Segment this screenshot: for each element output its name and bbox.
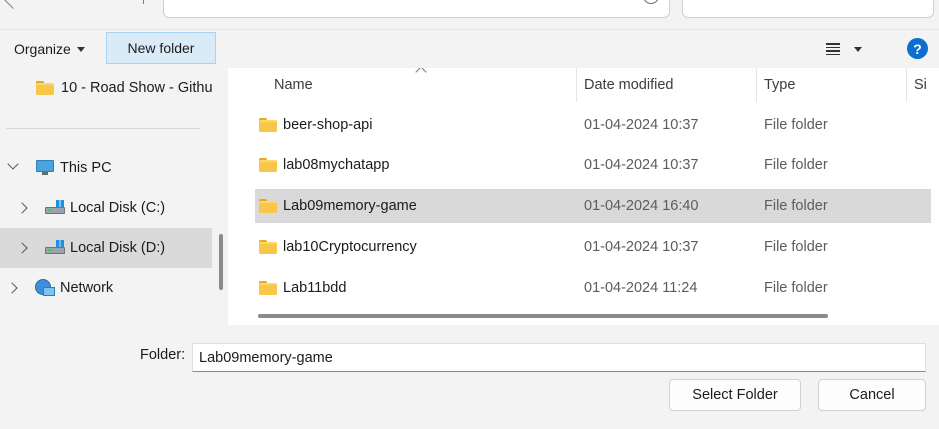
- nav-scrollbar[interactable]: [219, 234, 223, 290]
- file-type: File folder: [764, 157, 828, 173]
- chevron-down-icon: [76, 46, 85, 52]
- address-field[interactable]: [163, 0, 670, 18]
- column-divider[interactable]: [756, 68, 757, 102]
- dialog-footer: Folder: Select Folder Cancel: [0, 325, 939, 429]
- organize-label: Organize: [14, 41, 71, 57]
- file-name: beer-shop-api: [283, 117, 373, 133]
- file-name: lab10Cryptocurrency: [283, 239, 417, 255]
- folder-icon: [259, 199, 277, 213]
- drive-icon: [45, 240, 65, 254]
- network-icon: [35, 279, 55, 297]
- chevron-right-icon[interactable]: [16, 202, 28, 214]
- file-date: 01-04-2024 10:37: [584, 117, 699, 133]
- table-row[interactable]: beer-shop-api 01-04-2024 10:37 File fold…: [255, 108, 931, 142]
- organize-menu[interactable]: Organize: [6, 35, 93, 63]
- folder-icon: [36, 81, 54, 95]
- file-name-cell: Lab11bdd: [259, 271, 346, 305]
- file-type: File folder: [764, 280, 828, 296]
- file-name-cell: lab08mychatapp: [259, 148, 389, 182]
- drive-icon: [45, 200, 65, 214]
- chevron-down-icon: [854, 46, 862, 52]
- table-row-selected[interactable]: Lab09memory-game 01-04-2024 16:40 File f…: [255, 189, 931, 223]
- file-name-cell: beer-shop-api: [259, 108, 372, 142]
- nav-item-this-pc[interactable]: This PC: [0, 148, 212, 188]
- nav-divider: [6, 128, 200, 129]
- chevron-right-icon[interactable]: [16, 242, 28, 254]
- folder-icon: [259, 281, 277, 295]
- file-name-cell: Lab09memory-game: [259, 189, 417, 223]
- list-view-icon: [826, 43, 840, 55]
- nav-item-label: Local Disk (C:): [70, 200, 166, 216]
- search-input[interactable]: [682, 0, 934, 18]
- file-date: 01-04-2024 10:37: [584, 157, 699, 173]
- file-name: lab08mychatapp: [283, 157, 390, 173]
- file-list: Name Date modified Type Si beer-shop-api…: [234, 68, 939, 325]
- folder-name-input[interactable]: [192, 343, 926, 372]
- nav-item-road-show[interactable]: 10 - Road Show - Githu: [0, 68, 213, 108]
- folder-icon: [259, 240, 277, 254]
- file-type: File folder: [764, 198, 828, 214]
- chevron-down-icon[interactable]: [7, 158, 19, 170]
- navigation-buttons: [0, 0, 150, 18]
- select-folder-button[interactable]: Select Folder: [669, 379, 801, 411]
- folder-label: Folder:: [140, 347, 186, 363]
- table-row[interactable]: lab10Cryptocurrency 01-04-2024 10:37 Fil…: [255, 230, 931, 264]
- help-icon[interactable]: ?: [907, 38, 928, 59]
- column-header-date[interactable]: Date modified: [584, 68, 673, 102]
- new-folder-button[interactable]: New folder: [106, 32, 216, 64]
- column-header-size[interactable]: Si: [914, 68, 927, 102]
- sort-ascending-icon: [415, 68, 427, 78]
- file-date: 01-04-2024 10:37: [584, 239, 699, 255]
- chevron-right-icon[interactable]: [6, 282, 18, 294]
- command-bar: Organize New folder ?: [0, 30, 939, 68]
- nav-item-local-disk-c[interactable]: Local Disk (C:): [0, 188, 212, 228]
- column-divider[interactable]: [576, 68, 577, 102]
- nav-item-label: Local Disk (D:): [70, 240, 166, 256]
- column-header-name[interactable]: Name: [274, 68, 313, 102]
- navigation-pane: 10 - Road Show - Githu This PC Local Dis…: [0, 68, 228, 325]
- nav-item-network[interactable]: Network: [0, 268, 212, 308]
- file-name: Lab11bdd: [283, 280, 347, 296]
- up-arrow-icon[interactable]: [134, 0, 144, 4]
- cancel-button[interactable]: Cancel: [818, 379, 926, 411]
- table-row[interactable]: Lab11bdd 01-04-2024 11:24 File folder: [255, 271, 931, 305]
- folder-icon: [259, 118, 277, 132]
- horizontal-scrollbar[interactable]: [258, 314, 828, 318]
- file-date: 01-04-2024 11:24: [584, 280, 698, 296]
- nav-item-label: Network: [60, 280, 114, 296]
- file-name-cell: lab10Cryptocurrency: [259, 230, 417, 264]
- file-date: 01-04-2024 16:40: [584, 198, 699, 214]
- back-arrow-icon[interactable]: [3, 0, 23, 9]
- browser-panes: 10 - Road Show - Githu This PC Local Dis…: [0, 68, 939, 325]
- nav-item-label: 10 - Road Show - Githu: [61, 80, 213, 96]
- address-bar-area: [0, 0, 939, 30]
- file-type: File folder: [764, 239, 828, 255]
- refresh-icon[interactable]: [643, 0, 659, 4]
- pc-icon: [36, 160, 54, 176]
- nav-item-local-disk-d[interactable]: Local Disk (D:): [0, 228, 212, 268]
- nav-item-label: This PC: [60, 160, 112, 176]
- table-row[interactable]: lab08mychatapp 01-04-2024 10:37 File fol…: [255, 148, 931, 182]
- file-name: Lab09memory-game: [283, 198, 417, 214]
- column-divider[interactable]: [906, 68, 907, 102]
- file-type: File folder: [764, 117, 828, 133]
- folder-icon: [259, 158, 277, 172]
- view-options-button[interactable]: [826, 37, 876, 61]
- column-header-type[interactable]: Type: [764, 68, 795, 102]
